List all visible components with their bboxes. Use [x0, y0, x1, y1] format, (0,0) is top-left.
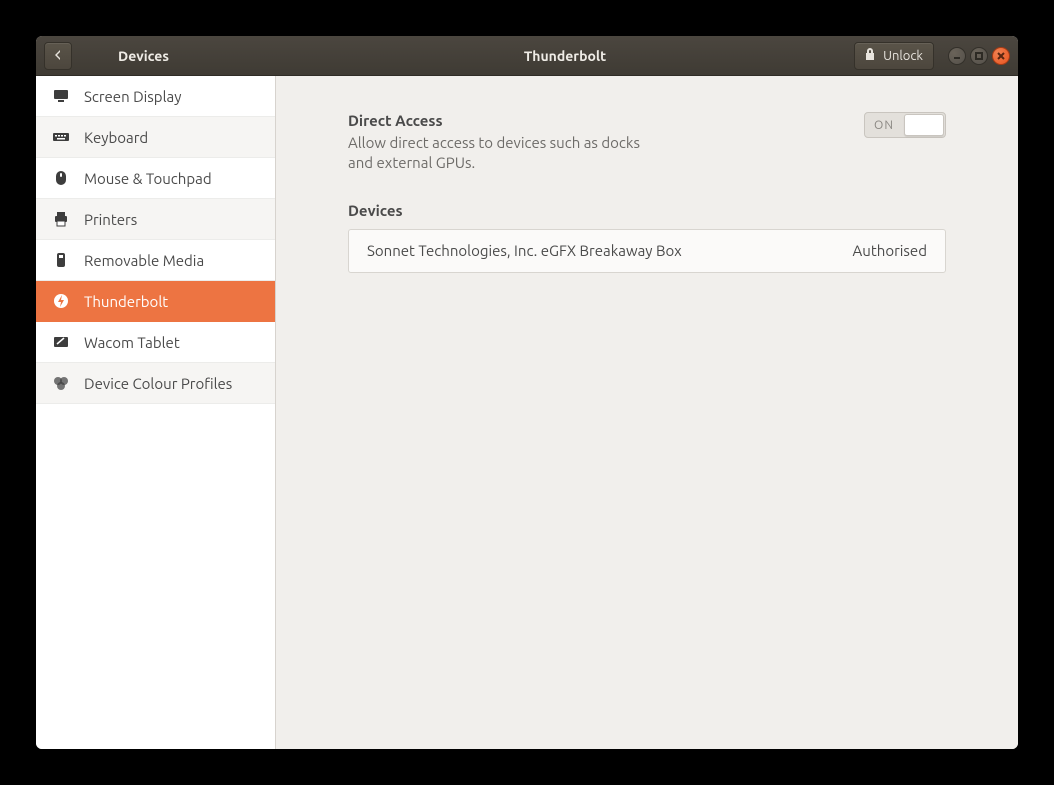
sidebar: Screen Display Keyboard Mouse & Touchpad… — [36, 76, 276, 749]
window-body: Screen Display Keyboard Mouse & Touchpad… — [36, 76, 1018, 749]
header-bar: Devices Thunderbolt Unlock — [36, 36, 1018, 76]
direct-access-text: Direct Access Allow direct access to dev… — [348, 112, 668, 174]
sidebar-item-label: Mouse & Touchpad — [84, 170, 212, 187]
sidebar-item-label: Removable Media — [84, 252, 204, 269]
sidebar-title: Devices — [118, 48, 169, 64]
settings-window: Devices Thunderbolt Unlock — [36, 36, 1018, 749]
sidebar-item-keyboard[interactable]: Keyboard — [36, 117, 275, 158]
sidebar-item-wacom-tablet[interactable]: Wacom Tablet — [36, 322, 275, 363]
unlock-button[interactable]: Unlock — [854, 42, 934, 70]
device-status: Authorised — [853, 242, 927, 259]
content-pane: Direct Access Allow direct access to dev… — [276, 76, 1018, 749]
direct-access-title: Direct Access — [348, 112, 668, 129]
sidebar-item-label: Keyboard — [84, 129, 148, 146]
direct-access-description: Allow direct access to devices such as d… — [348, 133, 668, 174]
chevron-left-icon — [52, 48, 64, 64]
maximize-button[interactable] — [970, 47, 988, 65]
mouse-icon — [52, 169, 70, 187]
direct-access-switch[interactable]: ON — [864, 112, 946, 138]
sidebar-item-label: Device Colour Profiles — [84, 375, 232, 392]
device-row[interactable]: Sonnet Technologies, Inc. eGFX Breakaway… — [348, 229, 946, 273]
lock-icon — [863, 47, 877, 64]
device-name: Sonnet Technologies, Inc. eGFX Breakaway… — [367, 242, 682, 259]
sidebar-item-label: Printers — [84, 211, 137, 228]
tablet-icon — [52, 333, 70, 351]
close-button[interactable] — [992, 47, 1010, 65]
switch-label: ON — [865, 119, 903, 132]
sidebar-item-label: Thunderbolt — [84, 293, 168, 310]
minimize-button[interactable] — [948, 47, 966, 65]
direct-access-section: Direct Access Allow direct access to dev… — [348, 112, 946, 174]
colour-profiles-icon — [52, 374, 70, 392]
sidebar-item-thunderbolt[interactable]: Thunderbolt — [36, 281, 275, 322]
thunderbolt-icon — [52, 292, 70, 310]
switch-knob — [904, 114, 944, 136]
header-right: Unlock — [854, 42, 1018, 70]
page-title: Thunderbolt — [276, 48, 854, 64]
display-icon — [52, 87, 70, 105]
window-controls — [948, 47, 1010, 65]
sidebar-item-removable-media[interactable]: Removable Media — [36, 240, 275, 281]
sidebar-item-screen-display[interactable]: Screen Display — [36, 76, 275, 117]
unlock-label: Unlock — [883, 49, 923, 63]
back-button[interactable] — [44, 42, 72, 70]
keyboard-icon — [52, 128, 70, 146]
removable-media-icon — [52, 251, 70, 269]
devices-heading: Devices — [348, 202, 946, 219]
sidebar-item-printers[interactable]: Printers — [36, 199, 275, 240]
sidebar-item-device-colour-profiles[interactable]: Device Colour Profiles — [36, 363, 275, 404]
sidebar-item-mouse-touchpad[interactable]: Mouse & Touchpad — [36, 158, 275, 199]
sidebar-item-label: Screen Display — [84, 88, 181, 105]
sidebar-item-label: Wacom Tablet — [84, 334, 180, 351]
header-left: Devices — [36, 42, 276, 70]
printer-icon — [52, 210, 70, 228]
